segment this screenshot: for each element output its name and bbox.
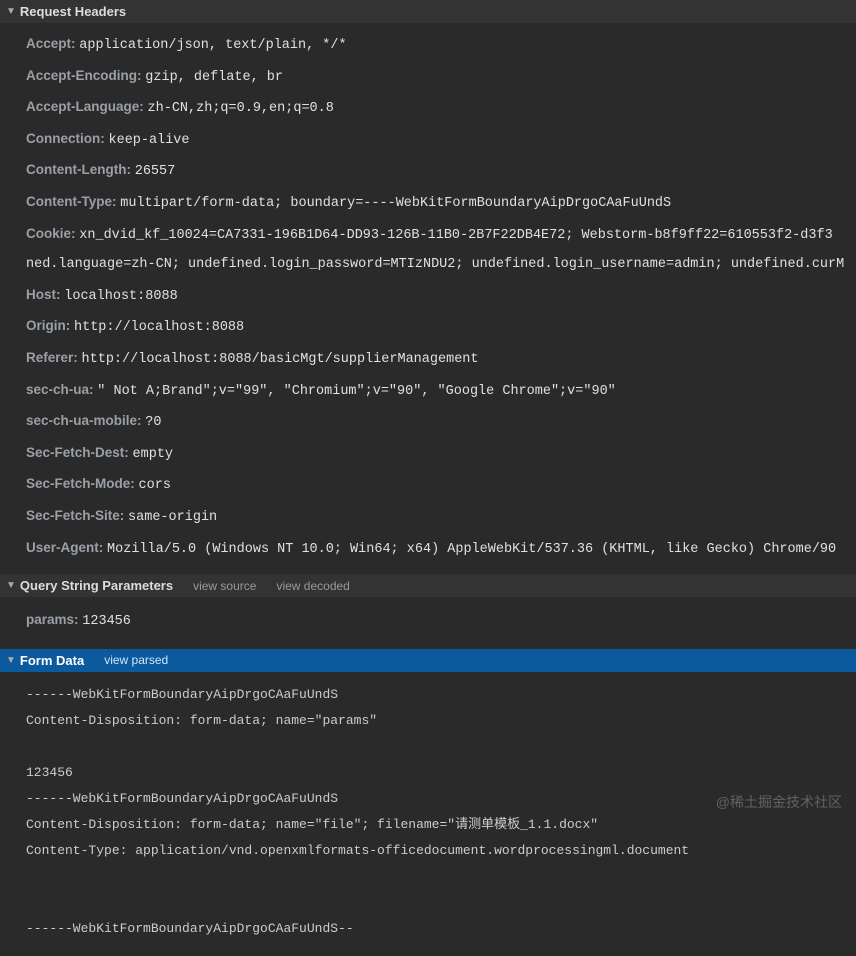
header-row: Accept: application/json, text/plain, */… [26, 29, 856, 61]
header-value: gzip, deflate, br [145, 70, 283, 85]
query-param-value: 123456 [82, 614, 131, 629]
header-value: http://localhost:8088/basicMgt/supplierM… [82, 352, 479, 367]
header-name: Host: [26, 287, 64, 302]
query-string-body: params: 123456 [0, 597, 856, 649]
header-value: same-origin [128, 510, 217, 525]
header-name: Cookie: [26, 226, 79, 241]
header-row: Content-Type: multipart/form-data; bound… [26, 187, 856, 219]
form-data-body: ------WebKitFormBoundaryAipDrgoCAaFuUndS… [0, 672, 856, 956]
header-name: Sec-Fetch-Mode: [26, 476, 139, 491]
form-data-line: ------WebKitFormBoundaryAipDrgoCAaFuUndS [26, 682, 856, 708]
query-string-title: ▼ Query String Parameters [6, 578, 173, 593]
view-parsed-link[interactable]: view parsed [104, 653, 168, 667]
header-name: Accept: [26, 36, 79, 51]
form-data-line: 123456 [26, 760, 856, 786]
header-name: Content-Type: [26, 194, 120, 209]
header-name: sec-ch-ua-mobile: [26, 413, 145, 428]
view-decoded-link[interactable]: view decoded [276, 579, 349, 593]
form-data-line: ------WebKitFormBoundaryAipDrgoCAaFuUndS [26, 786, 856, 812]
query-param-row: params: 123456 [26, 605, 856, 637]
header-row: Origin: http://localhost:8088 [26, 311, 856, 343]
header-row: Accept-Encoding: gzip, deflate, br [26, 61, 856, 93]
form-data-title: ▼ Form Data [6, 653, 84, 668]
form-data-line [26, 734, 856, 760]
header-row: ned.language=zh-CN; undefined.login_pass… [26, 250, 856, 280]
disclosure-triangle-icon[interactable]: ▼ [6, 580, 16, 591]
header-row: sec-ch-ua-mobile: ?0 [26, 406, 856, 438]
header-name: sec-ch-ua: [26, 382, 97, 397]
header-name: Sec-Fetch-Dest: [26, 445, 133, 460]
request-headers-body: Accept: application/json, text/plain, */… [0, 23, 856, 574]
header-row: Connection: keep-alive [26, 124, 856, 156]
header-row: Sec-Fetch-Dest: empty [26, 438, 856, 470]
header-row: sec-ch-ua: " Not A;Brand";v="99", "Chrom… [26, 375, 856, 407]
header-name: Sec-Fetch-Site: [26, 508, 128, 523]
form-data-line: Content-Disposition: form-data; name="fi… [26, 812, 856, 838]
header-name: Accept-Encoding: [26, 68, 145, 83]
request-headers-header[interactable]: ▼ Request Headers [0, 0, 856, 23]
header-name: User-Agent: [26, 540, 107, 555]
header-row: Content-Length: 26557 [26, 155, 856, 187]
header-value: 26557 [135, 164, 176, 179]
header-name: Content-Length: [26, 162, 135, 177]
header-name: Referer: [26, 350, 82, 365]
header-row: User-Agent: Mozilla/5.0 (Windows NT 10.0… [26, 533, 856, 565]
header-row: Accept-Language: zh-CN,zh;q=0.9,en;q=0.8 [26, 92, 856, 124]
header-value: zh-CN,zh;q=0.9,en;q=0.8 [148, 101, 334, 116]
header-row: Cookie: xn_dvid_kf_10024=CA7331-196B1D64… [26, 219, 856, 251]
header-value: " Not A;Brand";v="99", "Chromium";v="90"… [97, 384, 615, 399]
header-value: Mozilla/5.0 (Windows NT 10.0; Win64; x64… [107, 542, 836, 557]
header-name: Origin: [26, 318, 74, 333]
header-row: Sec-Fetch-Site: same-origin [26, 501, 856, 533]
request-headers-title: ▼ Request Headers [6, 4, 126, 19]
form-data-header[interactable]: ▼ Form Data view parsed [0, 649, 856, 672]
disclosure-triangle-icon[interactable]: ▼ [6, 655, 16, 666]
form-data-line [26, 890, 856, 916]
request-headers-title-text: Request Headers [20, 4, 126, 19]
form-data-line: Content-Disposition: form-data; name="pa… [26, 708, 856, 734]
header-name: Connection: [26, 131, 109, 146]
form-data-line: ------WebKitFormBoundaryAipDrgoCAaFuUndS… [26, 916, 856, 942]
header-value: keep-alive [109, 133, 190, 148]
view-source-link[interactable]: view source [193, 579, 256, 593]
header-value: empty [133, 447, 174, 462]
header-value: cors [139, 478, 171, 493]
header-value: http://localhost:8088 [74, 320, 244, 335]
header-value: ned.language=zh-CN; undefined.login_pass… [26, 257, 844, 272]
query-string-header[interactable]: ▼ Query String Parameters view source vi… [0, 574, 856, 597]
header-value: localhost:8088 [64, 289, 177, 304]
header-value: application/json, text/plain, */* [79, 38, 346, 53]
query-param-name: params: [26, 612, 82, 627]
header-value: xn_dvid_kf_10024=CA7331-196B1D64-DD93-12… [79, 228, 832, 243]
disclosure-triangle-icon[interactable]: ▼ [6, 6, 16, 17]
query-string-title-text: Query String Parameters [20, 578, 173, 593]
form-data-line [26, 864, 856, 890]
header-value: ?0 [145, 415, 161, 430]
form-data-title-text: Form Data [20, 653, 84, 668]
header-value: multipart/form-data; boundary=----WebKit… [120, 196, 671, 211]
header-name: Accept-Language: [26, 99, 148, 114]
header-row: Host: localhost:8088 [26, 280, 856, 312]
header-row: Referer: http://localhost:8088/basicMgt/… [26, 343, 856, 375]
header-row: Sec-Fetch-Mode: cors [26, 469, 856, 501]
